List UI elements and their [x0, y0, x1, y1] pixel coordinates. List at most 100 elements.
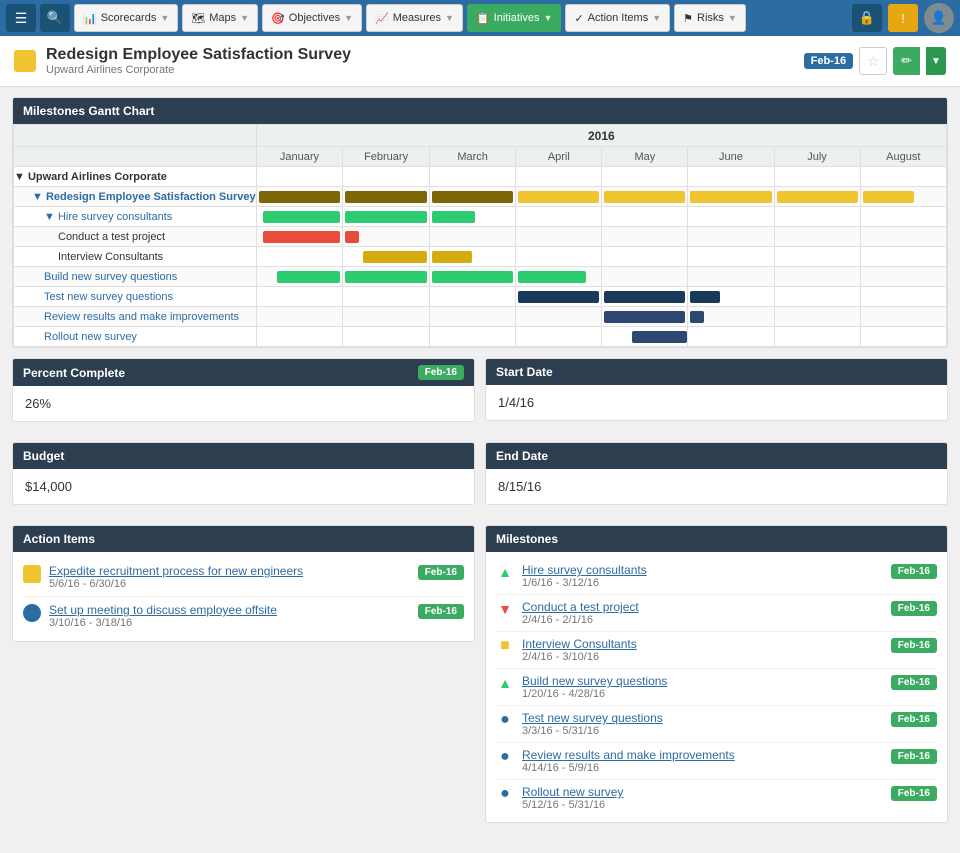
avatar[interactable]: 👤 — [924, 3, 954, 33]
milestone-icon-6: ● — [496, 785, 514, 803]
action-items-nav-btn[interactable]: ✓ Action Items ▼ — [565, 4, 670, 32]
maps-caret: ▼ — [240, 13, 249, 23]
percent-complete-title: Percent Complete — [23, 366, 125, 380]
milestone-dates-0: 1/6/16 - 3/12/16 — [522, 577, 883, 589]
budget-title: Budget — [23, 449, 64, 463]
gantt-cell — [429, 327, 515, 347]
gantt-cell — [343, 247, 430, 267]
edit-dropdown-button[interactable]: ▼ — [926, 47, 946, 75]
gantt-cell — [256, 327, 343, 347]
percent-complete-badge: Feb-16 — [418, 365, 464, 380]
alert-button[interactable]: ! — [888, 4, 918, 32]
milestone-icon-4: ● — [496, 711, 514, 729]
search-button[interactable]: 🔍 — [40, 4, 70, 32]
percent-complete-card: Percent Complete Feb-16 26% — [12, 358, 475, 422]
initiatives-icon: 📋 — [476, 12, 490, 25]
gantt-month-apr: April — [516, 147, 602, 167]
gantt-cell — [774, 207, 860, 227]
gantt-container[interactable]: 2016 January February March April May Ju… — [13, 124, 947, 347]
milestone-content-4: Test new survey questions 3/3/16 - 5/31/… — [522, 711, 883, 737]
gantt-cell — [774, 307, 860, 327]
milestone-title-4[interactable]: Test new survey questions — [522, 711, 883, 725]
table-row: Review results and make improvements — [14, 307, 947, 327]
action-item-content-1: Set up meeting to discuss employee offsi… — [49, 603, 410, 629]
list-item: ● Test new survey questions 3/3/16 - 5/3… — [496, 706, 937, 743]
action-item-dates-0: 5/6/16 - 6/30/16 — [49, 578, 410, 590]
gantt-cell — [256, 287, 343, 307]
risks-nav-btn[interactable]: ⚑ Risks ▼ — [674, 4, 746, 32]
measures-caret: ▼ — [445, 13, 454, 23]
milestone-title-5[interactable]: Review results and make improvements — [522, 748, 883, 762]
gantt-cell — [860, 207, 947, 227]
gantt-cell — [774, 187, 860, 207]
percent-complete-header: Percent Complete Feb-16 — [13, 359, 474, 386]
star-button[interactable]: ☆ — [859, 47, 887, 75]
action-items-card: Action Items Expedite recruitment proces… — [12, 525, 475, 642]
action-items-icon: ✓ — [574, 12, 583, 25]
objectives-caret: ▼ — [344, 13, 353, 23]
milestone-icon-5: ● — [496, 748, 514, 766]
milestone-badge-2: Feb-16 — [891, 637, 937, 651]
milestone-dates-2: 2/4/16 - 3/10/16 — [522, 651, 883, 663]
gantt-cell — [774, 327, 860, 347]
gantt-cell — [343, 307, 430, 327]
list-item: Set up meeting to discuss employee offsi… — [23, 597, 464, 635]
table-row: Test new survey questions — [14, 287, 947, 307]
milestone-title-2[interactable]: Interview Consultants — [522, 637, 883, 651]
gantt-cell — [688, 307, 774, 327]
action-item-title-0[interactable]: Expedite recruitment process for new eng… — [49, 564, 410, 578]
scorecards-caret: ▼ — [160, 13, 169, 23]
measures-nav-btn[interactable]: 📈 Measures ▼ — [366, 4, 463, 32]
gantt-cell — [343, 327, 430, 347]
objectives-nav-btn[interactable]: 🎯 Objectives ▼ — [262, 4, 362, 32]
action-items-title: Action Items — [23, 532, 95, 546]
gantt-cell — [774, 247, 860, 267]
milestone-title-1[interactable]: Conduct a test project — [522, 600, 883, 614]
milestone-dates-6: 5/12/16 - 5/31/16 — [522, 799, 883, 811]
milestone-title-0[interactable]: Hire survey consultants — [522, 563, 883, 577]
action-items-caret: ▼ — [652, 13, 661, 23]
edit-button[interactable]: ✏ — [893, 47, 920, 75]
gantt-table: 2016 January February March April May Ju… — [13, 124, 947, 347]
milestone-badge-4: Feb-16 — [891, 711, 937, 725]
gantt-cell — [602, 287, 688, 307]
milestone-content-5: Review results and make improvements 4/1… — [522, 748, 883, 774]
gantt-cell — [860, 267, 947, 287]
list-item: ▲ Hire survey consultants 1/6/16 - 3/12/… — [496, 558, 937, 595]
gantt-cell — [516, 207, 602, 227]
table-row: Interview Consultants — [14, 247, 947, 267]
gantt-cell — [602, 227, 688, 247]
gantt-month-row: January February March April May June Ju… — [14, 147, 947, 167]
milestone-title-6[interactable]: Rollout new survey — [522, 785, 883, 799]
end-date-title: End Date — [496, 449, 548, 463]
gantt-cell — [688, 187, 774, 207]
initiatives-nav-btn[interactable]: 📋 Initiatives ▼ — [467, 4, 561, 32]
scorecards-nav-btn[interactable]: 📊 Scorecards ▼ — [74, 4, 178, 32]
main-content: Milestones Gantt Chart 201 — [0, 87, 960, 853]
info-row-2: Budget $14,000 End Date 8/15/16 — [12, 442, 948, 515]
action-item-title-1[interactable]: Set up meeting to discuss employee offsi… — [49, 603, 410, 617]
gantt-month-jun: June — [688, 147, 774, 167]
page-subtitle: Upward Airlines Corporate — [46, 64, 351, 76]
maps-nav-btn[interactable]: 🗺 Maps ▼ — [182, 4, 258, 32]
table-row: ▼ Hire survey consultants — [14, 207, 947, 227]
gantt-cell — [516, 227, 602, 247]
milestone-title-3[interactable]: Build new survey questions — [522, 674, 883, 688]
lock-button[interactable]: 🔒 — [852, 4, 882, 32]
start-date-card: Start Date 1/4/16 — [485, 358, 948, 421]
initiatives-caret: ▼ — [544, 13, 553, 23]
gantt-label-hire: ▼ Hire survey consultants — [14, 207, 257, 227]
milestone-content-1: Conduct a test project 2/4/16 - 2/1/16 — [522, 600, 883, 626]
gantt-cell — [516, 327, 602, 347]
gantt-cell — [602, 307, 688, 327]
milestone-content-3: Build new survey questions 1/20/16 - 4/2… — [522, 674, 883, 700]
start-date-value: 1/4/16 — [498, 395, 935, 410]
milestone-badge-5: Feb-16 — [891, 748, 937, 762]
milestone-badge-3: Feb-16 — [891, 674, 937, 688]
risks-caret: ▼ — [728, 13, 737, 23]
milestones-list: ▲ Hire survey consultants 1/6/16 - 3/12/… — [486, 552, 947, 822]
gantt-month-label-col — [14, 147, 257, 167]
end-date-header: End Date — [486, 443, 947, 469]
list-item: ● Review results and make improvements 4… — [496, 743, 937, 780]
hamburger-button[interactable]: ☰ — [6, 4, 36, 32]
